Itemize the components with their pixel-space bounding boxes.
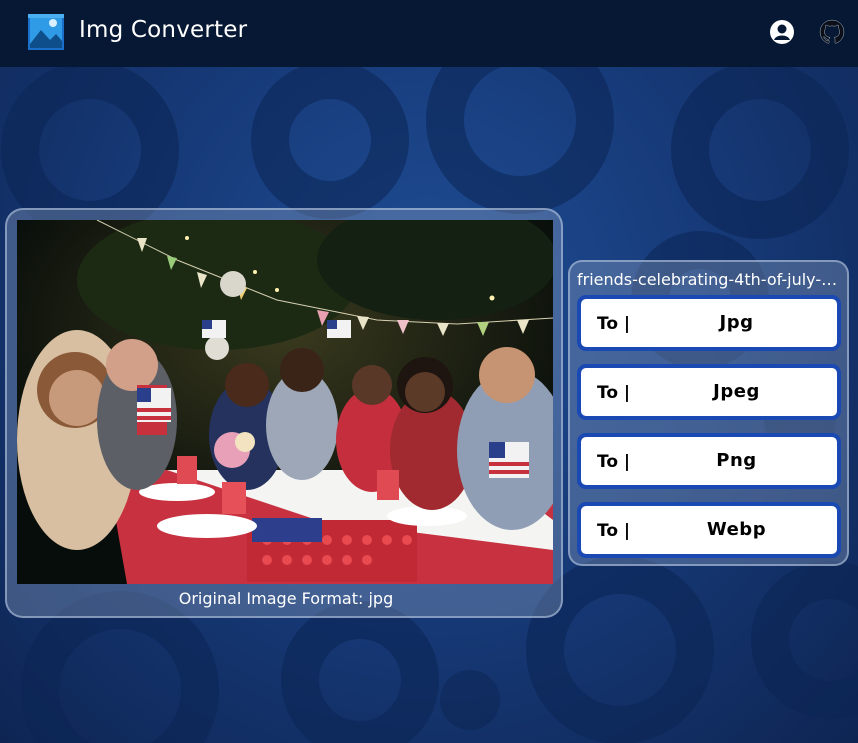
convert-to-jpeg-button[interactable]: To | Jpeg — [577, 364, 841, 420]
image-gallery-icon[interactable] — [28, 14, 64, 50]
format-label: Jpeg — [713, 381, 760, 402]
original-format-caption: Original Image Format: jpg — [178, 589, 394, 608]
convert-prefix: To | — [597, 521, 631, 541]
convert-to-png-button[interactable]: To | Png — [577, 433, 841, 489]
convert-prefix: To | — [597, 314, 631, 334]
uploaded-image-preview — [17, 220, 553, 584]
file-name: friends-celebrating-4th-of-july-h... — [577, 270, 843, 289]
format-label: Png — [716, 450, 757, 471]
convert-to-jpg-button[interactable]: To | Jpg — [577, 295, 841, 351]
app-title: Img Converter — [79, 17, 248, 43]
format-label: Jpg — [719, 312, 754, 333]
convert-to-webp-button[interactable]: To | Webp — [577, 502, 841, 558]
conversion-panel: friends-celebrating-4th-of-july-h... To … — [568, 260, 849, 566]
account-circle-icon[interactable] — [769, 19, 795, 45]
format-label: Webp — [706, 519, 767, 540]
app-header: Img Converter — [0, 0, 858, 67]
convert-prefix: To | — [597, 452, 631, 472]
convert-prefix: To | — [597, 383, 631, 403]
image-preview-panel: Original Image Format: jpg — [5, 208, 563, 618]
github-icon[interactable] — [819, 19, 845, 45]
